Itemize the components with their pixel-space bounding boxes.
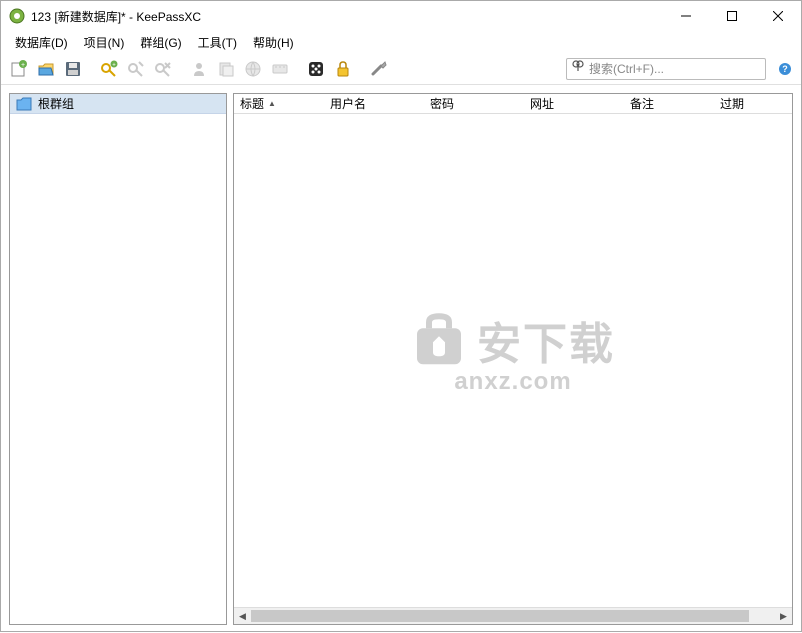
root-group-item[interactable]: 根群组 — [10, 94, 226, 114]
watermark-text: 安下载 — [477, 308, 615, 372]
entry-list: 标题▲ 用户名 密码 网址 备注 过期 安下载 anxz.com — [233, 93, 793, 625]
column-password[interactable]: 密码 — [424, 95, 524, 112]
perform-autotype-button[interactable] — [268, 57, 292, 81]
search-box[interactable] — [566, 58, 766, 80]
app-icon — [9, 8, 25, 24]
copy-username-button[interactable] — [187, 57, 211, 81]
column-headers: 标题▲ 用户名 密码 网址 备注 过期 — [234, 94, 792, 114]
menu-tools[interactable]: 工具(T) — [190, 32, 245, 53]
sort-asc-icon: ▲ — [268, 99, 276, 108]
search-help-button[interactable]: ? — [775, 59, 795, 79]
edit-entry-button[interactable] — [124, 57, 148, 81]
menubar: 数据库(D) 项目(N) 群组(G) 工具(T) 帮助(H) — [1, 31, 801, 53]
entry-list-body[interactable]: 安下载 anxz.com — [234, 114, 792, 607]
horizontal-scrollbar[interactable]: ◀ ▶ — [234, 607, 792, 624]
new-database-button[interactable]: + — [7, 57, 31, 81]
password-generator-button[interactable] — [304, 57, 328, 81]
toolbar: + + ? — [1, 53, 801, 85]
copy-password-button[interactable] — [214, 57, 238, 81]
scroll-track[interactable] — [251, 608, 775, 624]
window-titlebar: 123 [新建数据库]* - KeePassXC — [1, 1, 801, 31]
delete-entry-button[interactable] — [151, 57, 175, 81]
settings-button[interactable] — [367, 57, 391, 81]
minimize-button[interactable] — [663, 1, 709, 31]
root-group-label: 根群组 — [38, 95, 74, 112]
watermark-sub: anxz.com — [454, 368, 571, 396]
column-notes[interactable]: 备注 — [624, 95, 714, 112]
search-input[interactable] — [585, 62, 761, 76]
folder-icon — [16, 97, 32, 111]
group-tree[interactable]: 根群组 — [9, 93, 227, 625]
scroll-left-icon[interactable]: ◀ — [234, 608, 251, 625]
menu-entries[interactable]: 项目(N) — [76, 32, 133, 53]
column-title[interactable]: 标题▲ — [234, 95, 324, 112]
lock-database-button[interactable] — [331, 57, 355, 81]
menu-groups[interactable]: 群组(G) — [132, 32, 189, 53]
scroll-right-icon[interactable]: ▶ — [775, 608, 792, 625]
copy-url-button[interactable] — [241, 57, 265, 81]
menu-database[interactable]: 数据库(D) — [7, 32, 76, 53]
menu-help[interactable]: 帮助(H) — [245, 32, 302, 53]
svg-text:+: + — [21, 62, 25, 69]
column-expires[interactable]: 过期 — [714, 95, 792, 112]
watermark: 安下载 anxz.com — [411, 308, 615, 396]
watermark-icon — [411, 312, 467, 368]
save-database-button[interactable] — [61, 57, 85, 81]
column-url[interactable]: 网址 — [524, 95, 624, 112]
add-entry-button[interactable]: + — [97, 57, 121, 81]
maximize-button[interactable] — [709, 1, 755, 31]
window-title: 123 [新建数据库]* - KeePassXC — [31, 8, 663, 25]
content-area: 根群组 标题▲ 用户名 密码 网址 备注 过期 安下载 anxz. — [1, 85, 801, 633]
column-username[interactable]: 用户名 — [324, 95, 424, 112]
scroll-thumb[interactable] — [251, 610, 749, 622]
svg-text:+: + — [112, 62, 116, 68]
search-icon — [571, 59, 585, 78]
close-button[interactable] — [755, 1, 801, 31]
open-database-button[interactable] — [34, 57, 58, 81]
svg-text:?: ? — [782, 64, 788, 74]
